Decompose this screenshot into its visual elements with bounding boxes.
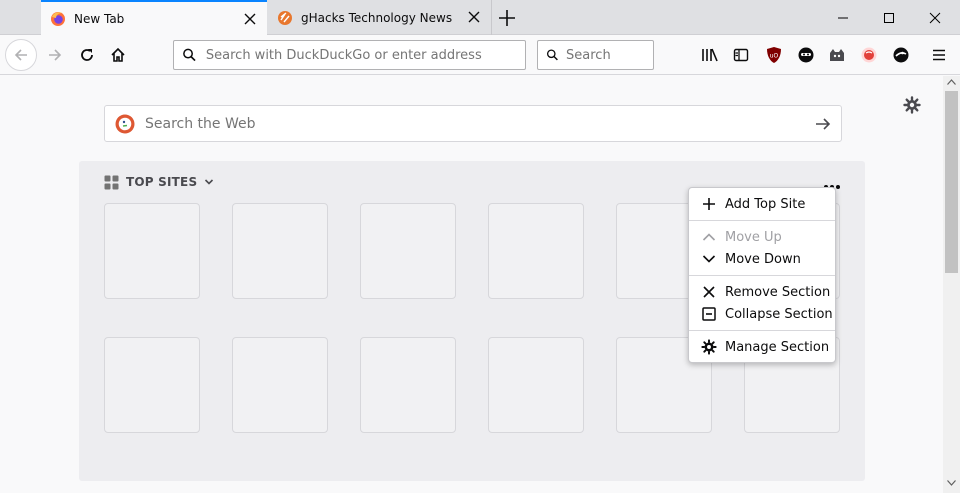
menu-item-label: Collapse Section [725, 306, 833, 322]
tab-label: New Tab [74, 11, 125, 26]
menu-item-move-up: Move Up [689, 226, 835, 248]
maximize-icon [884, 12, 894, 23]
top-site-tile[interactable] [232, 337, 328, 433]
grid-icon [104, 175, 119, 189]
top-site-tile[interactable] [360, 203, 456, 299]
menu-item-label: Move Down [725, 251, 801, 267]
cookie-extension-button[interactable] [827, 45, 847, 65]
ghacks-icon [277, 10, 293, 26]
forward-button[interactable] [40, 40, 70, 70]
menu-item-remove-section[interactable]: Remove Section [689, 281, 835, 303]
sidebar-button[interactable] [731, 45, 751, 65]
close-tab-icon[interactable] [467, 10, 481, 24]
top-site-tile[interactable] [360, 337, 456, 433]
home-icon [111, 47, 125, 62]
pocket-extension-button[interactable] [859, 45, 879, 65]
menu-item-label: Move Up [725, 229, 782, 245]
sidebar-icon [733, 48, 749, 62]
address-bar[interactable] [173, 40, 526, 70]
top-site-tile[interactable] [488, 337, 584, 433]
hamburger-menu-icon [933, 49, 945, 61]
menu-separator [689, 220, 835, 221]
gear-icon [903, 96, 921, 114]
chevron-down-icon [205, 179, 214, 185]
ublock-origin-button[interactable]: uO [764, 45, 784, 65]
menu-item-add-top-site[interactable]: Add Top Site [689, 193, 835, 215]
vertical-scrollbar[interactable] [943, 76, 960, 493]
web-search-input[interactable] [145, 115, 785, 132]
plus-icon [499, 10, 515, 26]
user-icon [893, 47, 909, 63]
back-button[interactable] [5, 39, 37, 71]
top-site-tile[interactable] [488, 203, 584, 299]
tab-new-tab[interactable]: New Tab [41, 0, 267, 35]
open-menu-button[interactable] [929, 45, 949, 65]
close-icon [703, 286, 715, 298]
plus-icon [703, 198, 715, 210]
scroll-up-icon[interactable] [947, 79, 956, 85]
search-bar[interactable] [537, 40, 654, 70]
top-site-tile[interactable] [104, 203, 200, 299]
close-window-button[interactable] [912, 0, 958, 35]
menu-item-move-down[interactable]: Move Down [689, 248, 835, 270]
top-site-tile[interactable] [104, 337, 200, 433]
gear-icon [701, 339, 717, 355]
arrow-left-icon [14, 49, 27, 61]
tab-ghacks[interactable]: gHacks Technology News [268, 0, 492, 35]
arrow-right-icon[interactable] [814, 115, 832, 133]
top-site-tile[interactable] [232, 203, 328, 299]
minimize-icon [838, 17, 848, 18]
privacy-badger-button[interactable] [796, 45, 816, 65]
menu-separator [689, 330, 835, 331]
address-input[interactable] [205, 47, 525, 63]
minimize-button[interactable] [820, 0, 866, 35]
cat-icon [830, 49, 844, 61]
maximize-button[interactable] [866, 0, 912, 35]
firefox-icon [50, 11, 66, 27]
section-context-menu: Add Top Site Move Up Move Down Remove Se… [688, 187, 836, 363]
web-search-box[interactable] [104, 105, 842, 142]
menu-item-manage-section[interactable]: Manage Section [689, 336, 835, 358]
menu-item-label: Add Top Site [725, 196, 806, 212]
home-button[interactable] [103, 40, 133, 70]
ninja-icon [798, 47, 814, 63]
tab-label: gHacks Technology News [301, 10, 453, 25]
record-icon [861, 47, 877, 63]
close-tab-icon[interactable] [243, 12, 257, 26]
reload-button[interactable] [72, 40, 102, 70]
collapse-icon [702, 307, 716, 321]
menu-item-collapse-section[interactable]: Collapse Section [689, 303, 835, 325]
top-sites-header[interactable]: TOP SITES [104, 174, 214, 190]
menu-item-label: Manage Section [725, 339, 830, 355]
ublock-shield-icon: uO [767, 47, 781, 63]
scrollbar-thumb[interactable] [945, 91, 958, 273]
library-button[interactable] [700, 45, 720, 65]
menu-separator [689, 275, 835, 276]
new-tab-button[interactable] [496, 7, 518, 29]
search-input[interactable] [566, 47, 653, 63]
scroll-down-icon[interactable] [947, 480, 956, 486]
chevron-down-icon [702, 255, 716, 263]
search-icon [546, 49, 558, 61]
chevron-up-icon [702, 233, 716, 241]
library-icon [702, 48, 718, 62]
top-sites-title: TOP SITES [126, 175, 198, 189]
page-settings-button[interactable] [903, 96, 921, 114]
close-icon [929, 12, 941, 23]
svg-text:uO: uO [770, 53, 779, 60]
navigation-toolbar: uO [0, 35, 960, 75]
menu-item-label: Remove Section [725, 284, 831, 300]
account-extension-button[interactable] [891, 45, 911, 65]
duckduckgo-icon [115, 114, 135, 133]
search-icon [183, 48, 196, 62]
arrow-right-icon [49, 49, 62, 61]
reload-icon [81, 49, 93, 61]
